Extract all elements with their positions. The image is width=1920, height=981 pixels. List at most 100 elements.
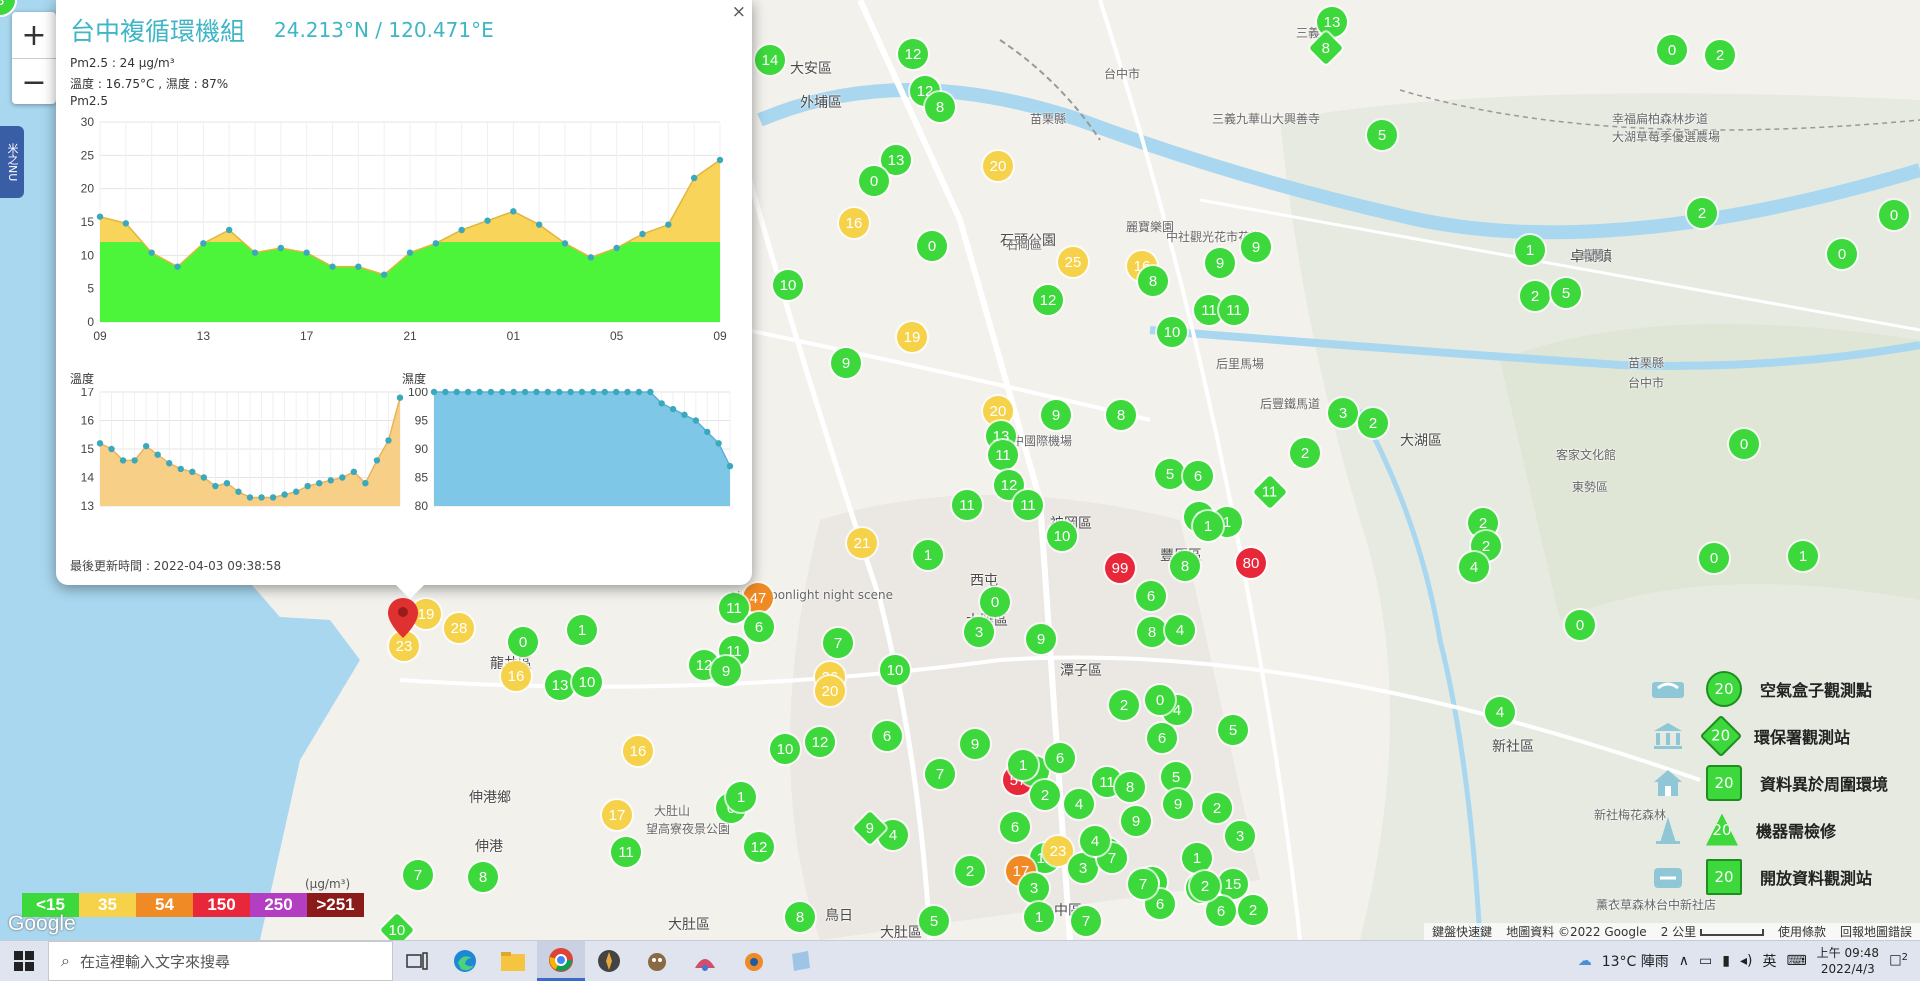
start-button[interactable]	[0, 941, 48, 981]
airbox-marker[interactable]: 2	[1030, 780, 1060, 810]
volume-icon[interactable]: ◂)	[1740, 953, 1753, 969]
airbox-marker[interactable]: 1	[1024, 902, 1054, 932]
airbox-marker[interactable]: 1	[1515, 235, 1545, 265]
input-method-indicator[interactable]: 英	[1762, 951, 1776, 971]
task-view-button[interactable]	[393, 941, 441, 981]
airbox-marker[interactable]: 4	[1080, 826, 1110, 856]
airbox-marker[interactable]: 7	[823, 628, 853, 658]
airbox-marker[interactable]: 9	[711, 656, 741, 686]
airbox-marker[interactable]: 11	[952, 490, 982, 520]
airbox-marker[interactable]: 28	[444, 613, 474, 643]
airbox-marker[interactable]: 1	[913, 540, 943, 570]
airbox-marker[interactable]: 20	[815, 676, 845, 706]
selected-location-pin-icon[interactable]	[388, 598, 418, 638]
airbox-marker[interactable]: 6	[1183, 461, 1213, 491]
airbox-marker[interactable]: 11	[988, 440, 1018, 470]
airbox-marker[interactable]: 6	[1136, 581, 1166, 611]
airbox-marker[interactable]: 9	[1241, 232, 1271, 262]
airbox-marker[interactable]: 1	[1008, 750, 1038, 780]
airbox-marker[interactable]: 8	[1115, 772, 1145, 802]
airbox-marker[interactable]: 10	[773, 270, 803, 300]
notification-icon[interactable]: ☐2	[1889, 952, 1908, 970]
airbox-marker[interactable]: 6	[1206, 896, 1236, 926]
airbox-marker[interactable]: 8	[1137, 617, 1167, 647]
airbox-marker[interactable]: 5	[1161, 762, 1191, 792]
airbox-marker[interactable]: 6	[872, 721, 902, 751]
airbox-marker[interactable]: 4	[1459, 552, 1489, 582]
airbox-marker[interactable]: 13	[545, 670, 575, 700]
airbox-marker[interactable]: 5	[1218, 715, 1248, 745]
airbox-marker[interactable]: 0	[1145, 685, 1175, 715]
airbox-marker[interactable]: 7	[925, 759, 955, 789]
popup-close-button[interactable]: ×	[732, 2, 746, 22]
airbox-marker[interactable]: 10	[1047, 521, 1077, 551]
side-panel-tab[interactable]: 米之NU	[0, 126, 24, 198]
airbox-marker[interactable]: 4	[1485, 697, 1515, 727]
airbox-marker[interactable]: 10	[1157, 317, 1187, 347]
airbox-marker[interactable]: 2	[1109, 690, 1139, 720]
chevron-up-icon[interactable]: ∧	[1679, 953, 1689, 969]
airbox-marker[interactable]: 8	[468, 862, 498, 892]
airbox-marker[interactable]: 5	[919, 906, 949, 936]
system-clock[interactable]: 上午 09:48 2022/4/3	[1817, 945, 1879, 977]
airbox-marker[interactable]: 25	[1058, 247, 1088, 277]
airbox-marker[interactable]: 0	[1879, 200, 1909, 230]
airbox-marker[interactable]: 3	[1019, 873, 1049, 903]
airbox-marker[interactable]: 9	[1121, 806, 1151, 836]
airbox-marker[interactable]: 3	[1225, 821, 1255, 851]
airbox-marker[interactable]: 1	[726, 782, 756, 812]
network-icon[interactable]: ▭	[1699, 953, 1712, 969]
airbox-marker[interactable]: 9	[1163, 789, 1193, 819]
airbox-marker[interactable]: 0	[917, 231, 947, 261]
airbox-marker[interactable]: 13	[1317, 7, 1347, 37]
airbox-marker[interactable]: 6	[1045, 743, 1075, 773]
airbox-marker[interactable]: 0	[1565, 610, 1595, 640]
report-map-error-link[interactable]: 回報地圖錯誤	[1840, 923, 1912, 940]
airbox-marker[interactable]: 2	[1705, 40, 1735, 70]
airbox-marker[interactable]: 14	[755, 45, 785, 75]
airbox-marker[interactable]: 5	[1155, 459, 1185, 489]
airbox-marker[interactable]: 6	[1147, 723, 1177, 753]
airbox-marker[interactable]: 10	[770, 734, 800, 764]
airbox-marker[interactable]: 9	[960, 729, 990, 759]
airbox-marker[interactable]: 11	[719, 593, 749, 623]
airbox-marker[interactable]: 9	[1205, 248, 1235, 278]
airbox-marker[interactable]: 17	[602, 800, 632, 830]
chrome-browser-icon[interactable]	[537, 941, 585, 981]
airbox-marker[interactable]: 8	[925, 92, 955, 122]
airbox-marker[interactable]: 10	[880, 655, 910, 685]
airbox-marker[interactable]: 20	[983, 151, 1013, 181]
airbox-marker[interactable]: 0	[1699, 543, 1729, 573]
airbox-marker[interactable]: 1	[1193, 511, 1223, 541]
airbox-marker[interactable]: 5	[1367, 120, 1397, 150]
airbox-marker[interactable]: 0	[1657, 35, 1687, 65]
airbox-marker[interactable]: 2	[1238, 895, 1268, 925]
airbox-marker[interactable]: 12	[1033, 285, 1063, 315]
battery-icon[interactable]: ▮	[1722, 953, 1730, 969]
keyboard-shortcuts-link[interactable]: 鍵盤快速鍵	[1432, 923, 1492, 940]
airbox-marker[interactable]: 0	[508, 627, 538, 657]
airbox-marker[interactable]: 12	[805, 727, 835, 757]
airbox-marker[interactable]: 12	[898, 39, 928, 69]
airbox-marker[interactable]: 1	[567, 615, 597, 645]
airbox-marker[interactable]: 80	[1236, 548, 1266, 578]
airbox-marker[interactable]: 7	[1071, 906, 1101, 936]
airbox-marker[interactable]: 16	[839, 208, 869, 238]
airbox-marker[interactable]: 11	[611, 837, 641, 867]
airbox-marker[interactable]: 1	[1788, 541, 1818, 571]
zoom-out-button[interactable]: −	[12, 59, 56, 105]
airbox-marker[interactable]: 3	[1068, 853, 1098, 883]
airbox-marker[interactable]: 3	[1328, 398, 1358, 428]
airbox-marker[interactable]: 4	[1064, 789, 1094, 819]
airbox-marker[interactable]: 2	[1190, 871, 1220, 901]
airbox-marker[interactable]: 11	[1219, 295, 1249, 325]
zoom-in-button[interactable]: +	[12, 12, 56, 59]
file-explorer-icon[interactable]	[489, 941, 537, 981]
airbox-marker[interactable]: 8	[1170, 551, 1200, 581]
airbox-marker[interactable]: 12	[744, 832, 774, 862]
blender-icon[interactable]	[729, 941, 777, 981]
airbox-marker[interactable]: 11	[1013, 490, 1043, 520]
edge-browser-icon[interactable]	[441, 941, 489, 981]
terms-link[interactable]: 使用條款	[1778, 923, 1826, 940]
airbox-marker[interactable]: 9	[1041, 400, 1071, 430]
